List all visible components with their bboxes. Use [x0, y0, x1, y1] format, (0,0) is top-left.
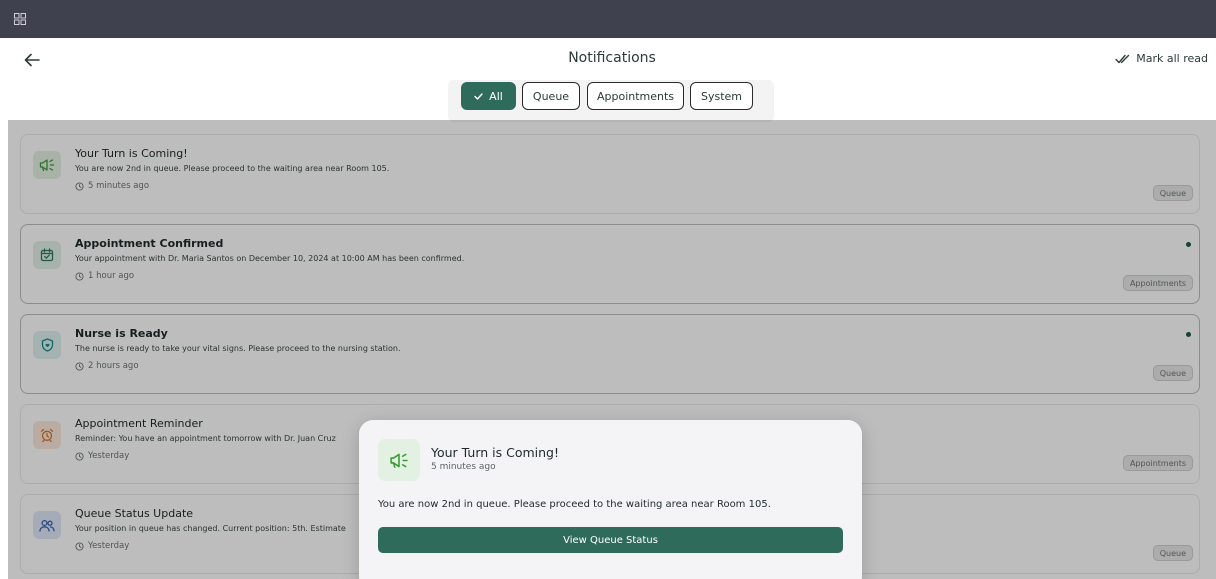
dialog-message: You are now 2nd in queue. Please proceed…: [378, 499, 771, 510]
filter-tabs: All Queue Appointments System: [448, 80, 774, 122]
apps-grid-icon[interactable]: [14, 13, 26, 25]
mark-all-read-button[interactable]: Mark all read: [1115, 52, 1208, 65]
filter-all[interactable]: All: [461, 82, 516, 110]
notifications-screen: Notifications Mark all read All Queue Ap…: [8, 38, 1216, 579]
filter-queue-label: Queue: [532, 89, 570, 103]
double-check-icon: [1115, 54, 1130, 63]
filter-appointments-label: Appointments: [596, 89, 675, 103]
filter-appointments[interactable]: Appointments: [587, 82, 684, 110]
notification-detail-dialog: Your Turn is Coming! 5 minutes ago You a…: [359, 420, 862, 579]
page-title: Notifications: [568, 50, 656, 66]
filter-all-label: All: [489, 89, 503, 103]
filter-queue[interactable]: Queue: [522, 82, 580, 110]
dialog-title: Your Turn is Coming!: [431, 445, 559, 460]
megaphone-icon: [390, 453, 408, 468]
header: Notifications Mark all read: [8, 38, 1216, 82]
mark-all-read-label: Mark all read: [1136, 52, 1208, 65]
dialog-icon-box: [378, 439, 420, 481]
system-topbar: [0, 0, 1216, 38]
filter-system-label: System: [700, 89, 743, 103]
filter-system[interactable]: System: [690, 82, 753, 110]
view-queue-status-button[interactable]: View Queue Status: [378, 527, 843, 553]
check-icon: [474, 92, 483, 100]
dialog-time: 5 minutes ago: [431, 462, 496, 472]
